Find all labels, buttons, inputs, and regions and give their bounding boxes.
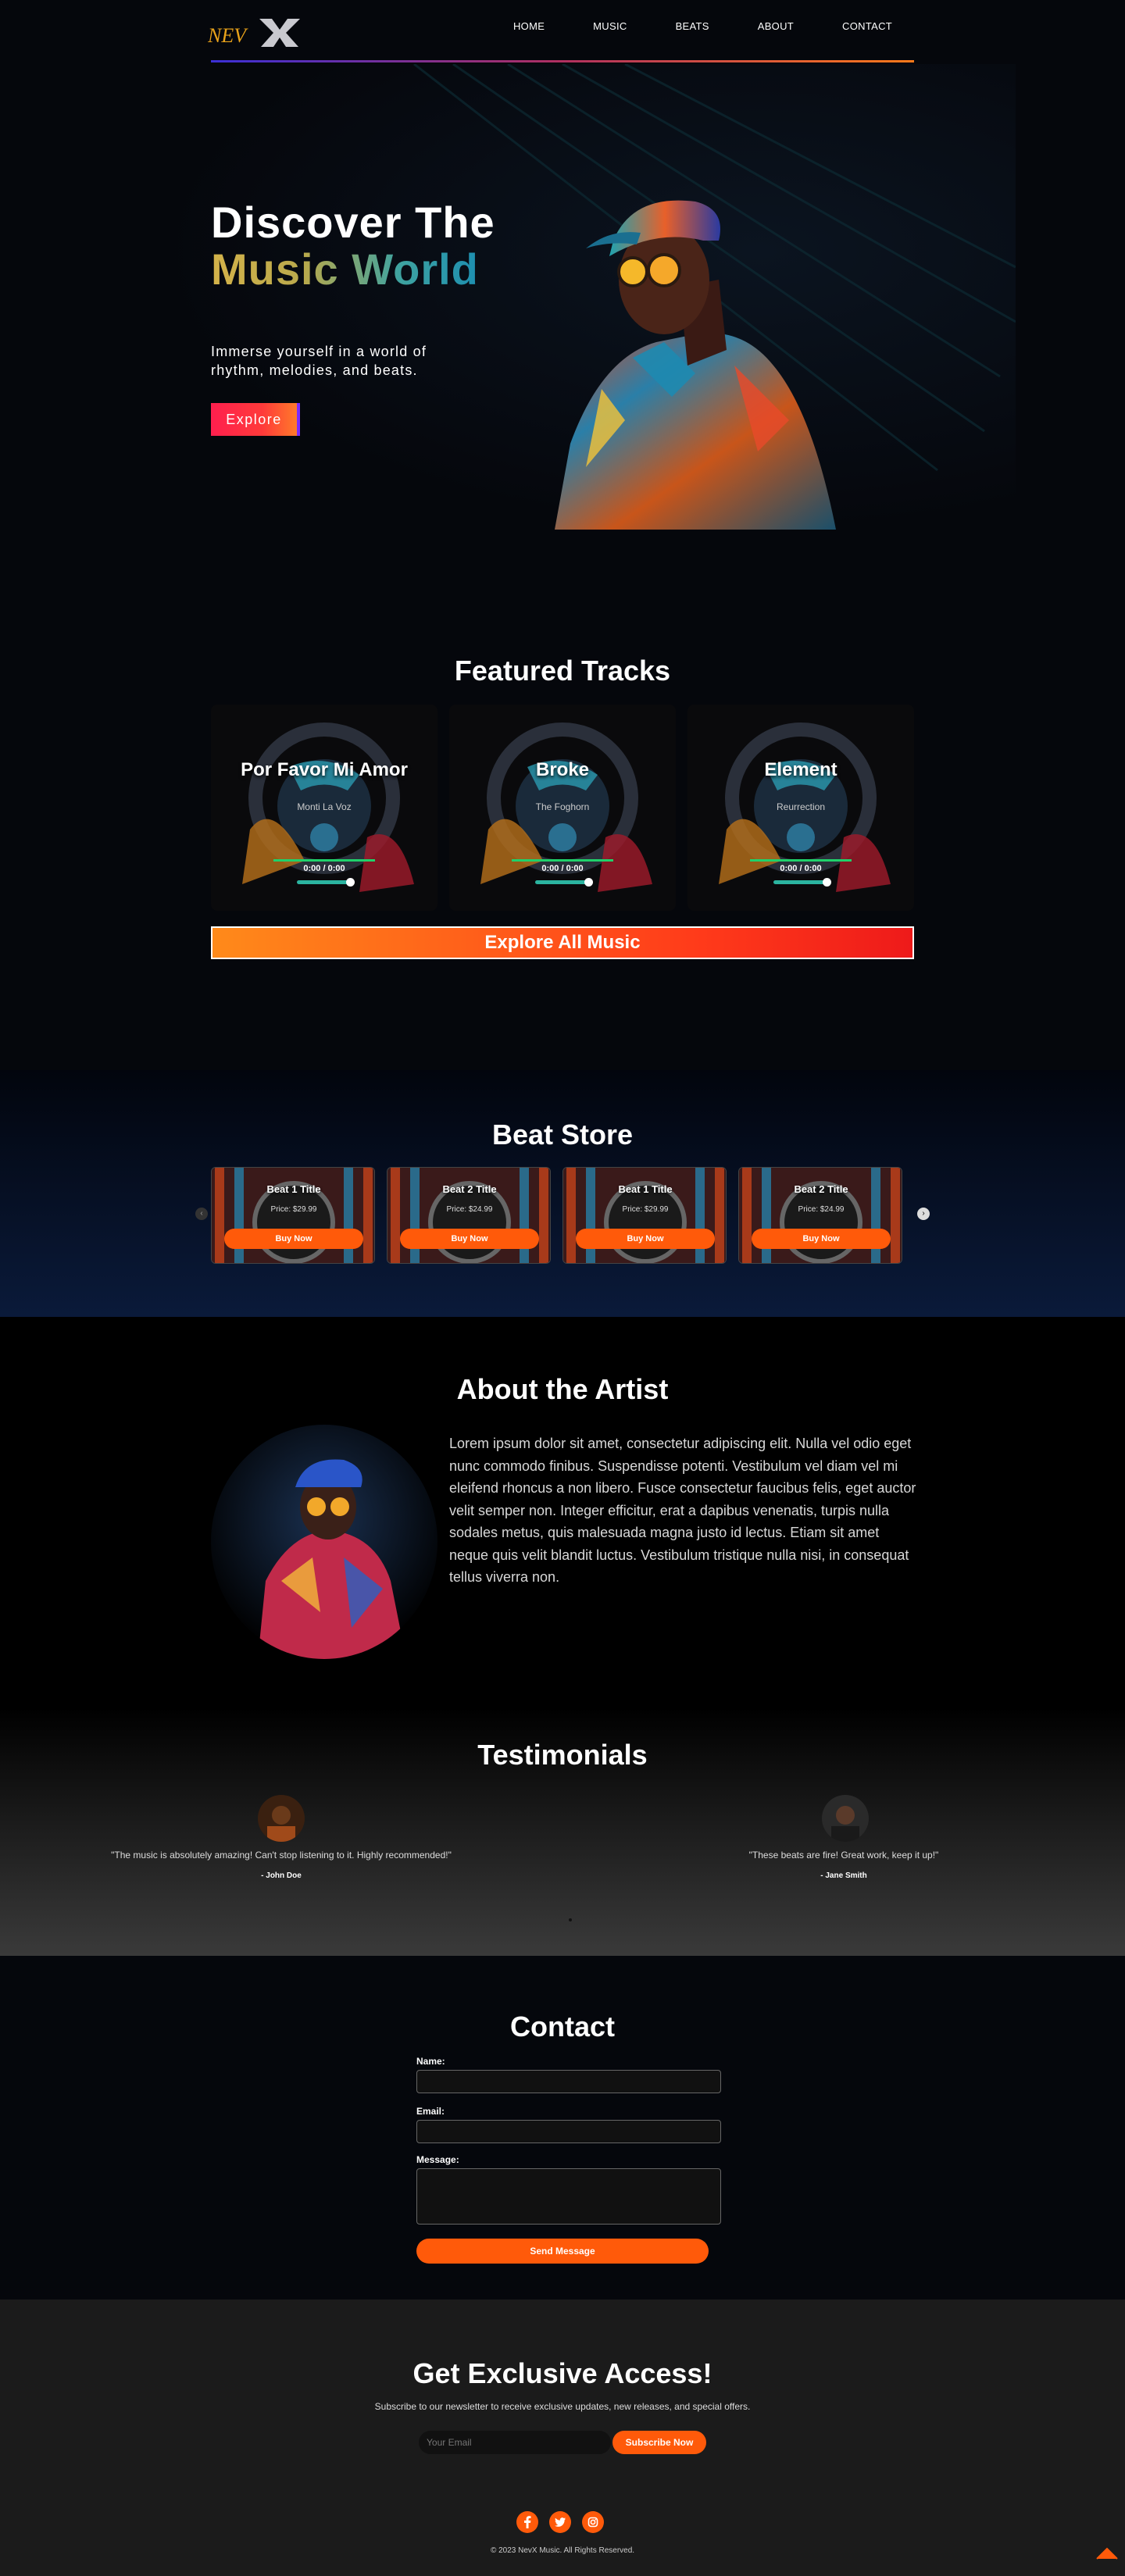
message-label: Message: bbox=[416, 2154, 459, 2165]
name-field[interactable] bbox=[416, 2070, 721, 2093]
explore-all-music-button[interactable]: Explore All Music bbox=[211, 926, 914, 959]
testimonial-quote: "The music is absolutely amazing! Can't … bbox=[111, 1850, 452, 1861]
newsletter-title: Get Exclusive Access! bbox=[412, 2357, 712, 2389]
message-field[interactable] bbox=[416, 2168, 721, 2225]
testimonial-quote: "These beats are fire! Great work, keep … bbox=[748, 1850, 939, 1861]
explore-button[interactable]: Explore bbox=[211, 403, 297, 436]
hero-title-line1: Discover The bbox=[211, 198, 495, 247]
beat-price: Price: $29.99 bbox=[622, 1205, 669, 1214]
testimonials-title: Testimonials bbox=[477, 1739, 648, 1771]
beat-title: Beat 2 Title bbox=[794, 1183, 848, 1195]
facebook-icon[interactable] bbox=[516, 2511, 538, 2533]
testimonial-avatar bbox=[822, 1795, 869, 1842]
svg-text:NEV: NEV bbox=[208, 24, 248, 47]
track-time: 0:00 / 0:00 bbox=[541, 864, 584, 873]
beat-card[interactable]: Beat 1 Title Price: $29.99 Buy Now bbox=[562, 1167, 727, 1264]
track-title: Element bbox=[764, 759, 838, 780]
track-time: 0:00 / 0:00 bbox=[780, 864, 822, 873]
hero-subtitle: Immerse yourself in a world of rhythm, m… bbox=[211, 344, 427, 378]
track-artist: Reurrection bbox=[776, 801, 826, 812]
name-label: Name: bbox=[416, 2056, 445, 2067]
newsletter-subtitle: Subscribe to our newsletter to receive e… bbox=[374, 2401, 751, 2412]
progress-bar[interactable] bbox=[273, 859, 375, 862]
copyright: © 2023 NevX Music. All Rights Reserved. bbox=[490, 2546, 635, 2555]
nav-beats[interactable]: BEATS bbox=[676, 20, 709, 32]
nav-home[interactable]: HOME bbox=[513, 20, 545, 32]
buy-now-button[interactable]: Buy Now bbox=[400, 1229, 539, 1249]
email-label: Email: bbox=[416, 2106, 445, 2117]
beat-cover-image bbox=[388, 1168, 550, 1263]
email-input[interactable] bbox=[419, 2431, 611, 2454]
carousel-prev-icon[interactable]: ‹ bbox=[195, 1208, 208, 1220]
track-card[interactable]: Por Favor Mi Amor Monti La Voz 0:00 / 0:… bbox=[211, 705, 438, 911]
volume-handle[interactable] bbox=[584, 878, 593, 887]
beat-store-title: Beat Store bbox=[491, 1119, 634, 1151]
volume-slider[interactable] bbox=[535, 878, 593, 887]
subscribe-button[interactable]: Subscribe Now bbox=[612, 2431, 706, 2454]
beat-title: Beat 1 Title bbox=[266, 1183, 321, 1195]
featured-title: Featured Tracks bbox=[454, 655, 671, 687]
track-artist: The Foghorn bbox=[535, 801, 590, 812]
beat-card[interactable]: Beat 1 Title Price: $29.99 Buy Now bbox=[211, 1167, 375, 1264]
site-header: NEV HOME MUSIC BEATS ABOUT CONTACT bbox=[208, 0, 914, 62]
artist-portrait-image bbox=[211, 1425, 438, 1659]
carousel-next-icon[interactable]: › bbox=[917, 1208, 930, 1220]
beat-price: Price: $29.99 bbox=[270, 1205, 317, 1214]
track-card[interactable]: Broke The Foghorn 0:00 / 0:00 bbox=[449, 705, 676, 911]
carousel-dot[interactable] bbox=[569, 1918, 572, 1921]
buy-now-button[interactable]: Buy Now bbox=[224, 1229, 363, 1249]
testimonial-avatar bbox=[258, 1795, 305, 1842]
progress-bar[interactable] bbox=[512, 859, 613, 862]
volume-slider[interactable] bbox=[297, 878, 355, 887]
contact-title: Contact bbox=[510, 2010, 615, 2043]
nav-contact[interactable]: CONTACT bbox=[842, 20, 892, 32]
nav-about[interactable]: ABOUT bbox=[758, 20, 794, 32]
beat-cover-image bbox=[563, 1168, 726, 1263]
beat-price: Price: $24.99 bbox=[798, 1205, 845, 1214]
testimonial-author: - John Doe bbox=[261, 1871, 302, 1880]
beat-cover-image bbox=[212, 1168, 374, 1263]
beat-title: Beat 2 Title bbox=[442, 1183, 497, 1195]
track-time: 0:00 / 0:00 bbox=[303, 864, 345, 873]
buy-now-button[interactable]: Buy Now bbox=[752, 1229, 891, 1249]
track-artist: Monti La Voz bbox=[297, 801, 352, 812]
track-card[interactable]: Element Reurrection 0:00 / 0:00 bbox=[688, 705, 914, 911]
hero-artist-image bbox=[555, 200, 836, 530]
progress-bar[interactable] bbox=[750, 859, 852, 862]
testimonial-author: - Jane Smith bbox=[820, 1871, 867, 1880]
page: NEV HOME MUSIC BEATS ABOUT CONTACT Disco… bbox=[0, 0, 1125, 2576]
volume-handle[interactable] bbox=[346, 878, 355, 887]
about-text: Lorem ipsum dolor sit amet, consectetur … bbox=[449, 1436, 916, 1585]
instagram-icon[interactable] bbox=[582, 2511, 604, 2533]
main-nav: HOME MUSIC BEATS ABOUT CONTACT bbox=[465, 20, 892, 32]
track-title: Por Favor Mi Amor bbox=[241, 759, 408, 780]
email-field[interactable] bbox=[416, 2120, 721, 2143]
nav-music[interactable]: MUSIC bbox=[593, 20, 627, 32]
about-title: About the Artist bbox=[456, 1373, 669, 1405]
volume-handle[interactable] bbox=[823, 878, 831, 887]
beat-price: Price: $24.99 bbox=[446, 1205, 493, 1214]
buy-now-button[interactable]: Buy Now bbox=[576, 1229, 715, 1249]
volume-slider[interactable] bbox=[773, 878, 831, 887]
hero-title-line2: Music World bbox=[211, 244, 479, 294]
scroll-to-top-icon[interactable] bbox=[1095, 2546, 1119, 2560]
beat-card[interactable]: Beat 2 Title Price: $24.99 Buy Now bbox=[387, 1167, 551, 1264]
send-message-button[interactable]: Send Message bbox=[416, 2239, 709, 2264]
track-title: Broke bbox=[535, 759, 590, 780]
twitter-icon[interactable] bbox=[549, 2511, 571, 2533]
nevx-logo[interactable]: NEV bbox=[208, 14, 302, 48]
beat-title: Beat 1 Title bbox=[618, 1183, 673, 1195]
beat-cover-image bbox=[739, 1168, 902, 1263]
beat-card[interactable]: Beat 2 Title Price: $24.99 Buy Now bbox=[738, 1167, 902, 1264]
